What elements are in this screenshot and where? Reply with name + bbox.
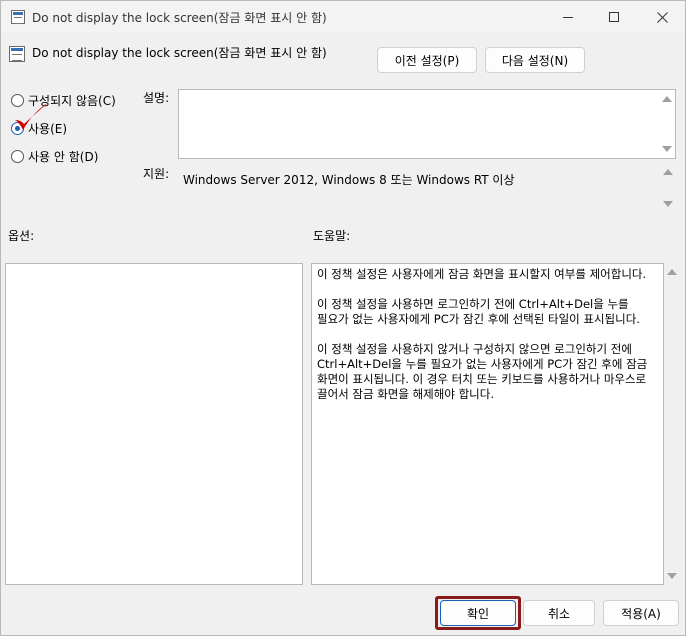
options-label: 옵션:	[8, 229, 35, 243]
next-setting-button[interactable]: 다음 설정(N)	[485, 47, 585, 73]
options-panel	[5, 263, 303, 585]
radio-disabled-label: 사용 안 함(D)	[28, 150, 99, 164]
radio-disabled-circle[interactable]	[11, 150, 24, 163]
supported-on-label: 지원:	[143, 167, 170, 181]
help-paragraph: 이 정책 설정은 사용자에게 잠금 화면을 표시할지 여부를 제어합니다.	[317, 267, 647, 281]
help-paragraph: 이 정책 설정을 사용하지 않거나 구성하지 않으면 로그인하기 전에 Ctrl…	[317, 342, 648, 401]
policy-setting-icon	[9, 46, 25, 62]
help-panel: 이 정책 설정은 사용자에게 잠금 화면을 표시할지 여부를 제어합니다. 이 …	[311, 263, 664, 585]
scroll-up-arrow-icon[interactable]	[662, 96, 672, 102]
red-checkmark-annotation-icon	[15, 102, 49, 130]
help-text: 이 정책 설정은 사용자에게 잠금 화면을 표시할지 여부를 제어합니다. 이 …	[317, 267, 661, 417]
previous-setting-button[interactable]: 이전 설정(P)	[377, 47, 477, 73]
policy-title: Do not display the lock screen(잠금 화면 표시 …	[32, 46, 327, 60]
minimize-icon	[563, 16, 573, 18]
scroll-down-arrow-icon[interactable]	[662, 146, 672, 152]
scroll-up-arrow-icon[interactable]	[667, 269, 677, 275]
description-box	[178, 89, 676, 159]
close-icon	[656, 11, 668, 23]
description-label: 설명:	[143, 91, 170, 105]
policy-dialog: Do not display the lock screen(잠금 화면 표시 …	[0, 0, 686, 636]
scroll-up-arrow-icon[interactable]	[663, 169, 673, 175]
window-title: Do not display the lock screen(잠금 화면 표시 …	[32, 11, 327, 25]
scroll-down-arrow-icon[interactable]	[663, 201, 673, 207]
title-bar: Do not display the lock screen(잠금 화면 표시 …	[1, 1, 685, 33]
scroll-down-arrow-icon[interactable]	[667, 573, 677, 579]
description-scrollbar[interactable]	[659, 90, 675, 158]
help-label: 도움말:	[313, 229, 351, 243]
radio-disabled[interactable]: 사용 안 함(D)	[11, 148, 98, 165]
help-scrollbar[interactable]	[664, 263, 680, 585]
ok-button[interactable]: 확인	[440, 600, 516, 626]
policy-window-icon	[11, 10, 25, 24]
supported-on-scrollbar[interactable]	[660, 163, 676, 213]
maximize-icon	[609, 12, 619, 22]
help-paragraph: 이 정책 설정을 사용하면 로그인하기 전에 Ctrl+Alt+Del을 누를 …	[317, 297, 640, 326]
supported-on-text: Windows Server 2012, Windows 8 또는 Window…	[183, 173, 515, 187]
supported-on-box: Windows Server 2012, Windows 8 또는 Window…	[178, 163, 676, 213]
cancel-button[interactable]: 취소	[523, 600, 595, 626]
maximize-button[interactable]	[591, 1, 637, 33]
close-button[interactable]	[639, 1, 685, 33]
apply-button[interactable]: 적용(A)	[603, 600, 679, 626]
minimize-button[interactable]	[545, 1, 591, 33]
